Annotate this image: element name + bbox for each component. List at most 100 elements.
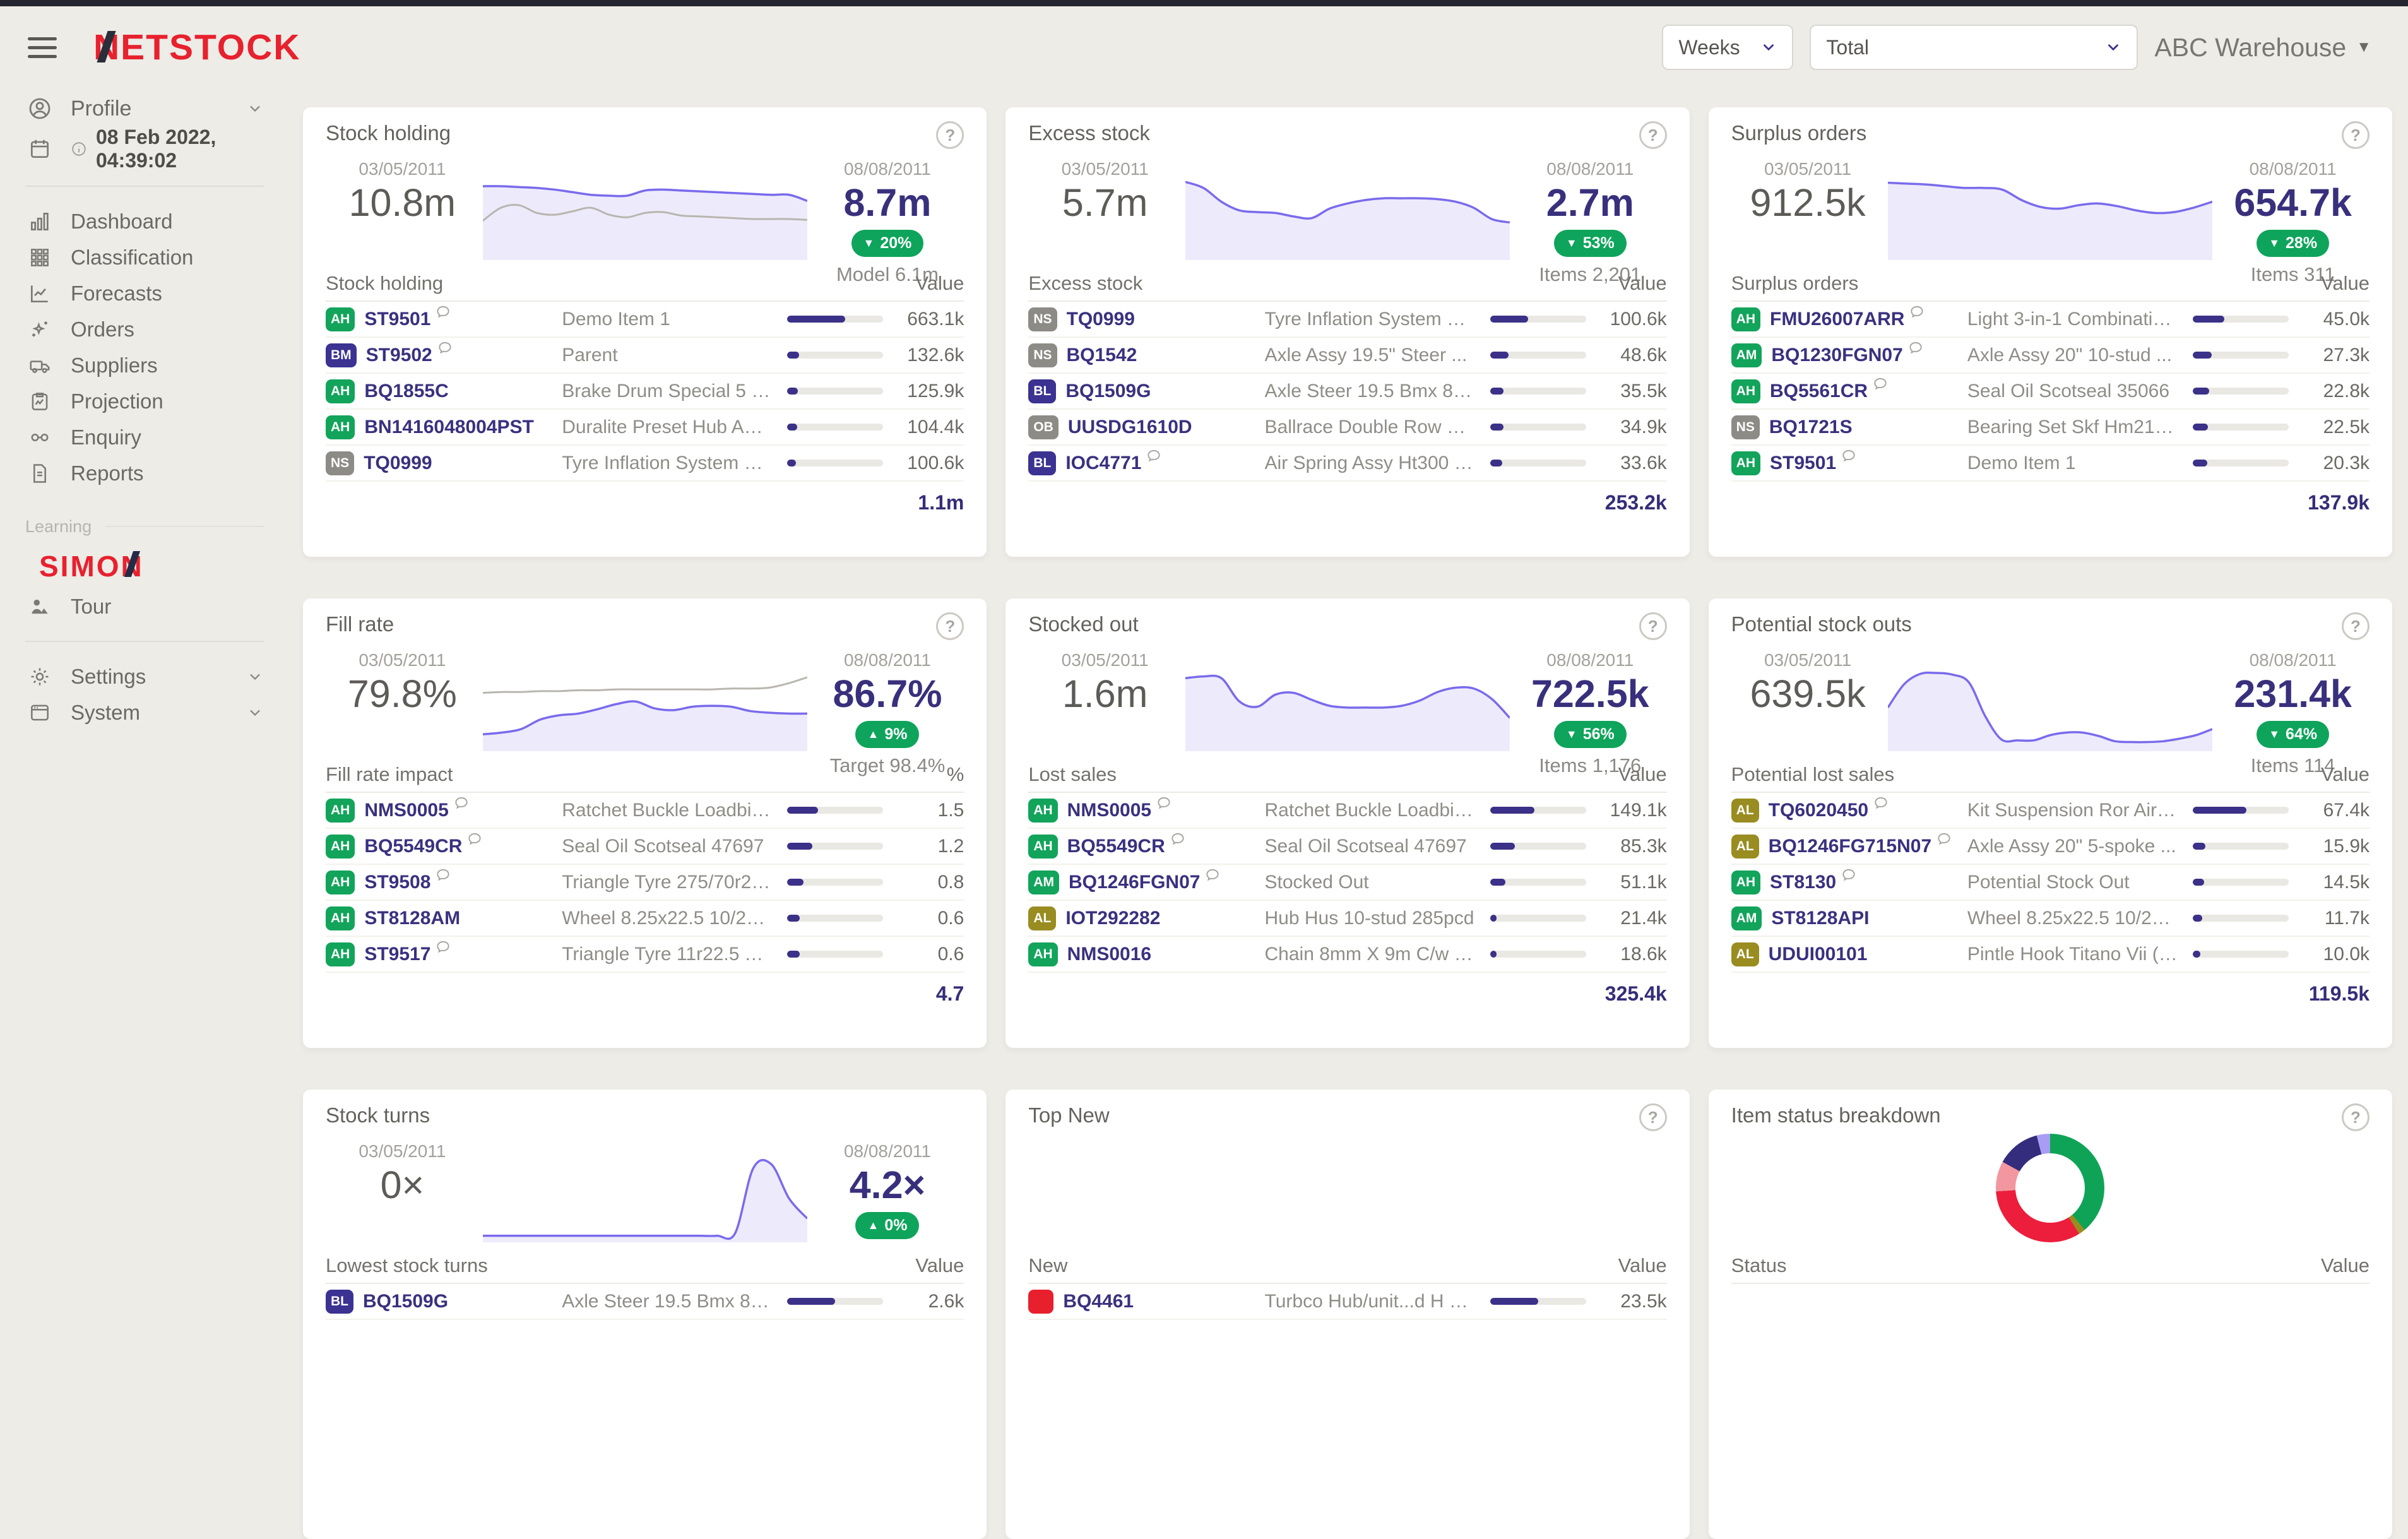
item-code-link[interactable]: UDUI00101 <box>1769 944 1868 965</box>
sidebar-item-profile[interactable]: Profile <box>0 88 289 129</box>
table-row[interactable]: AM BQ1246FGN07 Stocked Out 51.1k <box>1028 865 1667 901</box>
item-code-link[interactable]: BQ1542 <box>1067 345 1137 366</box>
item-code-link[interactable]: ST9501 <box>364 309 430 330</box>
item-code-link[interactable]: ST8130 <box>1770 872 1836 893</box>
sidebar-item-suppliers[interactable]: Suppliers <box>0 347 289 383</box>
help-icon[interactable]: ? <box>2342 612 2369 640</box>
sidebar-item-settings[interactable]: Settings <box>0 658 289 694</box>
item-code-link[interactable]: BQ5561CR <box>1770 381 1868 402</box>
table-row[interactable]: BL BQ1509G Axle Steer 19.5 Bmx 8/275 1..… <box>326 1284 964 1320</box>
help-icon[interactable]: ? <box>1639 1103 1667 1131</box>
hamburger-menu-icon[interactable] <box>28 37 57 58</box>
table-row[interactable]: BQ4461 Turbco Hub/unit...d H Ret... 23.5… <box>1028 1284 1667 1320</box>
comment-bubble-icon[interactable] <box>1936 831 1952 850</box>
sidebar-item-system[interactable]: System <box>0 694 289 730</box>
item-code-link[interactable]: BQ4461 <box>1063 1291 1134 1312</box>
item-code-link[interactable]: TQ0999 <box>1067 309 1135 330</box>
warehouse-menu[interactable]: ABC Warehouse ▼ <box>2154 33 2371 62</box>
table-row[interactable]: AH ST9501 Demo Item 1 20.3k <box>1731 446 2369 482</box>
sidebar-item-tour[interactable]: Tour <box>0 588 289 624</box>
comment-bubble-icon[interactable] <box>1841 448 1857 467</box>
table-row[interactable]: AH ST9508 Triangle Tyre 275/70r22.5-1...… <box>326 865 964 901</box>
table-row[interactable]: AH NMS0005 Ratchet Buckle Loadbinder 5..… <box>326 793 964 829</box>
comment-bubble-icon[interactable] <box>1909 304 1925 323</box>
comment-bubble-icon[interactable] <box>1841 867 1857 886</box>
item-code-link[interactable]: BQ1230FGN07 <box>1771 345 1902 366</box>
comment-bubble-icon[interactable] <box>435 867 451 886</box>
item-code-link[interactable]: ST8128API <box>1771 908 1869 929</box>
item-code-link[interactable]: BQ1246FG715N07 <box>1769 836 1932 857</box>
comment-bubble-icon[interactable] <box>435 304 451 323</box>
comment-bubble-icon[interactable] <box>1907 340 1924 359</box>
item-code-link[interactable]: IOC4771 <box>1065 453 1141 474</box>
period-select[interactable]: Weeks <box>1662 25 1794 70</box>
help-icon[interactable]: ? <box>2342 121 2369 149</box>
item-code-link[interactable]: BQ1855C <box>364 381 448 402</box>
item-code-link[interactable]: NMS0005 <box>1067 800 1151 821</box>
table-row[interactable]: BL IOC4771 Air Spring Assy Ht300 Hendr..… <box>1028 446 1667 482</box>
sidebar-item-reports[interactable]: Reports <box>0 455 289 491</box>
table-row[interactable]: NS BQ1542 Axle Assy 19.5" Steer ... 48.6… <box>1028 338 1667 374</box>
table-row[interactable]: AL BQ1246FG715N07 Axle Assy 20" 5-spoke … <box>1731 829 2369 865</box>
help-icon[interactable]: ? <box>936 612 964 640</box>
filter-select[interactable]: Total <box>1810 25 2138 70</box>
comment-bubble-icon[interactable] <box>1146 448 1162 467</box>
item-code-link[interactable]: NMS0016 <box>1067 944 1151 965</box>
item-code-link[interactable]: ST9501 <box>1770 453 1836 474</box>
item-code-link[interactable]: TQ6020450 <box>1769 800 1868 821</box>
table-row[interactable]: OB UUSDG1610D Ballrace Double Row 16t 10… <box>1028 410 1667 446</box>
item-code-link[interactable]: ST9502 <box>366 345 432 366</box>
table-row[interactable]: BL BQ1509G Axle Steer 19.5 Bmx 8/275 1..… <box>1028 374 1667 410</box>
comment-bubble-icon[interactable] <box>435 939 451 958</box>
help-icon[interactable]: ? <box>936 121 964 149</box>
comment-bubble-icon[interactable] <box>1872 376 1889 395</box>
item-code-link[interactable]: TQ0999 <box>364 453 432 474</box>
comment-bubble-icon[interactable] <box>437 340 453 359</box>
table-row[interactable]: AH ST8130 Potential Stock Out 14.5k <box>1731 865 2369 901</box>
item-code-link[interactable]: IOT292282 <box>1065 908 1160 929</box>
sidebar-item-dashboard[interactable]: Dashboard <box>0 203 289 239</box>
table-row[interactable]: AM ST8128API Wheel 8.25x22.5 10/285 Alum… <box>1731 901 2369 937</box>
item-code-link[interactable]: BQ5549CR <box>1067 836 1165 857</box>
sidebar-item-projection[interactable]: Projection <box>0 383 289 419</box>
table-row[interactable]: NS BQ1721S Bearing Set Skf Hm212011/hm..… <box>1731 410 2369 446</box>
comment-bubble-icon[interactable] <box>1873 795 1889 814</box>
item-code-link[interactable]: BQ1509G <box>363 1291 448 1312</box>
item-code-link[interactable]: ST8128AM <box>364 908 460 929</box>
sidebar-date-row[interactable]: 08 Feb 2022, 04:39:02 <box>0 126 289 172</box>
item-code-link[interactable]: FMU26007ARR <box>1770 309 1904 330</box>
comment-bubble-icon[interactable] <box>1170 831 1186 850</box>
table-row[interactable]: AH ST8128AM Wheel 8.25x22.5 10/285 Alum.… <box>326 901 964 937</box>
comment-bubble-icon[interactable] <box>466 831 483 850</box>
table-row[interactable]: AL IOT292282 Hub Hus 10-stud 285pcd 21.4… <box>1028 901 1667 937</box>
comment-bubble-icon[interactable] <box>1156 795 1172 814</box>
comment-bubble-icon[interactable] <box>1204 867 1221 886</box>
table-row[interactable]: AH BN1416048004PST Duralite Preset Hub A… <box>326 410 964 446</box>
table-row[interactable]: AH NMS0016 Chain 8mm X 9m C/w Grab Hoo..… <box>1028 937 1667 973</box>
table-row[interactable]: AH BQ5561CR Seal Oil Scotseal 35066 22.8… <box>1731 374 2369 410</box>
simon-logo[interactable]: SIMON <box>39 549 144 583</box>
table-row[interactable]: AH BQ1855C Brake Drum Special 5 Spoke D/… <box>326 374 964 410</box>
item-code-link[interactable]: UUSDG1610D <box>1068 417 1192 438</box>
item-code-link[interactable]: BN1416048004PST <box>364 417 534 438</box>
table-row[interactable]: AL TQ6020450 Kit Suspension Ror Air Flx1… <box>1731 793 2369 829</box>
item-code-link[interactable]: BQ1246FGN07 <box>1069 872 1200 893</box>
sidebar-item-enquiry[interactable]: Enquiry <box>0 419 289 455</box>
table-row[interactable]: NS TQ0999 Tyre Inflation System Kit M...… <box>1028 302 1667 338</box>
help-icon[interactable]: ? <box>1639 612 1667 640</box>
sidebar-item-forecasts[interactable]: Forecasts <box>0 275 289 311</box>
table-row[interactable]: AL UDUI00101 Pintle Hook Titano Vii (250… <box>1731 937 2369 973</box>
table-row[interactable]: AH FMU26007ARR Light 3-in-1 Combination … <box>1731 302 2369 338</box>
item-code-link[interactable]: ST9517 <box>364 944 430 965</box>
table-row[interactable]: AH NMS0005 Ratchet Buckle Loadbinder 5..… <box>1028 793 1667 829</box>
table-row[interactable]: AM BQ1230FGN07 Axle Assy 20" 10-stud ...… <box>1731 338 2369 374</box>
item-code-link[interactable]: NMS0005 <box>364 800 448 821</box>
table-row[interactable]: AH BQ5549CR Seal Oil Scotseal 47697 1.2 <box>326 829 964 865</box>
sidebar-item-orders[interactable]: Orders <box>0 311 289 347</box>
item-code-link[interactable]: BQ1509G <box>1065 381 1151 402</box>
table-row[interactable]: AH BQ5549CR Seal Oil Scotseal 47697 85.3… <box>1028 829 1667 865</box>
table-row[interactable]: AH ST9517 Triangle Tyre 11r22.5 Tr668 0.… <box>326 937 964 973</box>
table-row[interactable]: BM ST9502 Parent 132.6k <box>326 338 964 374</box>
help-icon[interactable]: ? <box>1639 121 1667 149</box>
item-code-link[interactable]: BQ1721S <box>1769 417 1853 438</box>
